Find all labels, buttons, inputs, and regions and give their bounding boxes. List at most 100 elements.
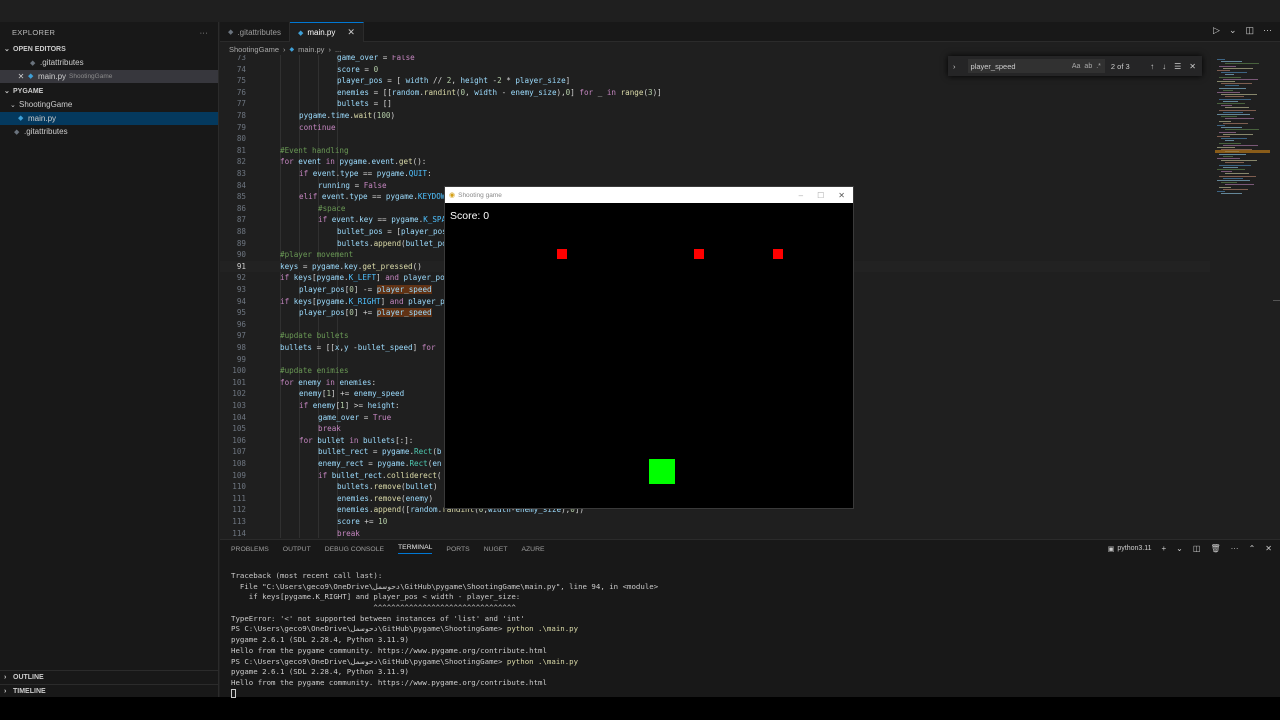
code-text: if enemy[1] >= height: xyxy=(299,400,400,412)
tab-gitattributes[interactable]: ◆ .gitattributes xyxy=(220,22,290,42)
close-tab-icon[interactable]: ✕ xyxy=(347,27,355,38)
minimap-line xyxy=(1217,59,1225,60)
code-line[interactable]: 80 xyxy=(220,133,1210,145)
code-token: ] += xyxy=(353,308,377,318)
open-editor-item-active[interactable]: ✕ ◆ main.py ShootingGame xyxy=(0,69,218,83)
timeline-section[interactable]: › TIMELINE xyxy=(0,684,219,697)
code-token: #update enimies xyxy=(280,366,349,376)
maximize-panel-icon[interactable]: ⌃ xyxy=(1249,544,1256,553)
code-line[interactable]: 78 pygame.time.wait(100) xyxy=(220,110,1210,122)
minimap-line xyxy=(1219,153,1246,155)
code-line[interactable]: 77 bullets = [] xyxy=(220,98,1210,110)
code-token: ] xyxy=(412,343,422,352)
code-text: for event in pygame.event.get(): xyxy=(280,156,426,168)
chevron-right-icon: › xyxy=(4,687,7,695)
chevron-down-icon[interactable]: ⌄ xyxy=(1229,25,1237,36)
minimize-icon[interactable]: – xyxy=(799,191,803,200)
split-editor-icon[interactable]: ◫ xyxy=(1245,25,1254,36)
code-line[interactable]: 113 score += 10 xyxy=(220,516,1210,528)
game-titlebar[interactable]: ◉ Shooting game – ☐ ✕ xyxy=(445,187,853,203)
line-number: 102 xyxy=(232,389,246,399)
minimap-line xyxy=(1217,114,1250,115)
code-line[interactable]: 83 if event.type == pygame.QUIT: xyxy=(220,168,1210,180)
open-editor-item[interactable]: ◆ .gitattributes xyxy=(0,56,218,70)
code-token: bullet xyxy=(317,435,345,445)
close-icon[interactable]: ✕ xyxy=(838,191,845,200)
code-token: : xyxy=(371,377,377,387)
trash-icon[interactable]: 🗑 xyxy=(1210,544,1220,553)
find-input[interactable]: player_speed Aa ab .* xyxy=(967,59,1105,73)
terminal-text: pygame 2.6.1 (SDL 2.28.4, Python 3.11.9) xyxy=(231,667,409,677)
workspace-section[interactable]: ⌄ PYGAME xyxy=(0,84,218,98)
breadcrumb-file[interactable]: main.py xyxy=(298,45,324,54)
line-number: 83 xyxy=(236,169,246,178)
code-token: ] >= xyxy=(344,401,368,410)
panel-tab-ports[interactable]: PORTS xyxy=(446,546,469,553)
code-token: keys xyxy=(280,261,299,271)
scrollbar[interactable] xyxy=(1273,300,1280,318)
code-token: ] xyxy=(565,76,571,86)
code-token: = xyxy=(359,412,373,422)
line-number: 84 xyxy=(236,180,246,190)
code-line[interactable]: 81 #Event handling xyxy=(220,145,1210,157)
game-window[interactable]: ◉ Shooting game – ☐ ✕ Score: 0 xyxy=(444,186,854,509)
folder-item[interactable]: ⌄ ShootingGame xyxy=(0,98,218,112)
more-actions-icon[interactable]: ··· xyxy=(1231,544,1239,553)
panel-tab-terminal[interactable]: TERMINAL xyxy=(398,544,433,554)
game-canvas[interactable]: Score: 0 xyxy=(445,203,853,508)
more-actions-icon[interactable]: ··· xyxy=(1263,25,1272,36)
terminal-output[interactable]: Traceback (most recent call last): File … xyxy=(231,571,658,699)
arrow-up-icon[interactable]: ↑ xyxy=(1150,62,1154,71)
code-token: for xyxy=(280,377,294,387)
run-controls: ▷ ⌄ ◫ ··· xyxy=(1213,25,1272,36)
code-token: : xyxy=(395,401,400,410)
find-in-selection-icon[interactable]: ☰ xyxy=(1174,62,1181,71)
tab-main-py[interactable]: ◆ main.py ✕ xyxy=(289,22,364,42)
close-panel-icon[interactable]: ✕ xyxy=(1265,544,1272,553)
panel-tab-debug-console[interactable]: DEBUG CONSOLE xyxy=(325,546,384,553)
terminal-line: pygame 2.6.1 (SDL 2.28.4, Python 3.11.9) xyxy=(231,635,658,646)
terminal-name[interactable]: python3.11 xyxy=(1117,545,1151,552)
breadcrumb-symbol[interactable]: ... xyxy=(335,45,341,54)
close-icon[interactable]: ✕ xyxy=(14,72,28,81)
run-icon[interactable]: ▷ xyxy=(1213,25,1220,36)
minimap[interactable] xyxy=(1215,55,1270,195)
minimap-line xyxy=(1217,136,1230,137)
breadcrumb-folder[interactable]: ShootingGame xyxy=(229,45,279,54)
minimap-line xyxy=(1219,142,1241,144)
more-actions-icon[interactable]: ··· xyxy=(200,28,208,37)
match-case-icon[interactable]: Aa xyxy=(1072,63,1081,70)
open-editors-section[interactable]: ⌄ OPEN EDITORS xyxy=(0,42,218,56)
panel-tab-nuget[interactable]: NUGET xyxy=(484,546,508,553)
panel-tab-problems[interactable]: PROBLEMS xyxy=(231,546,269,553)
code-token: pygame xyxy=(339,157,367,167)
code-token: ] += xyxy=(331,389,354,399)
breadcrumb: ShootingGame › ◆ main.py › ... xyxy=(229,43,341,55)
chevron-down-icon[interactable]: ⌄ xyxy=(1176,544,1183,553)
terminal-prompt-line[interactable] xyxy=(231,689,658,700)
split-terminal-icon[interactable]: ◫ xyxy=(1193,544,1201,553)
minimap-line xyxy=(1219,120,1231,122)
minimap-line xyxy=(1225,85,1239,87)
minimap-line xyxy=(1219,76,1241,78)
code-line[interactable]: 76 enemies = [[random.randint(0, width - … xyxy=(220,87,1210,99)
minimap-line xyxy=(1217,81,1235,82)
code-line[interactable]: 75 player_pos = [ width // 2, height -2 *… xyxy=(220,75,1210,87)
maximize-icon[interactable]: ☐ xyxy=(817,191,824,200)
close-icon[interactable]: ✕ xyxy=(1189,62,1196,71)
regex-icon[interactable]: .* xyxy=(1096,63,1101,70)
code-line[interactable]: 79 continue xyxy=(220,122,1210,134)
chevron-right-icon[interactable]: › xyxy=(953,62,956,71)
file-item-gitattributes[interactable]: ◆ .gitattributes xyxy=(0,125,218,139)
letterbox-bar xyxy=(0,697,1280,720)
whole-word-icon[interactable]: ab xyxy=(1084,63,1092,70)
file-item-main[interactable]: ◆ main.py xyxy=(0,111,218,125)
code-line[interactable]: 82 for event in pygame.event.get(): xyxy=(220,156,1210,168)
code-line[interactable]: 114 break xyxy=(220,528,1210,538)
outline-section[interactable]: › OUTLINE xyxy=(0,670,219,683)
code-token: key xyxy=(344,261,358,271)
add-terminal-icon[interactable]: + xyxy=(1162,544,1167,553)
panel-tab-output[interactable]: OUTPUT xyxy=(283,546,311,553)
panel-tab-azure[interactable]: AZURE xyxy=(522,546,545,553)
arrow-down-icon[interactable]: ↓ xyxy=(1162,62,1166,71)
